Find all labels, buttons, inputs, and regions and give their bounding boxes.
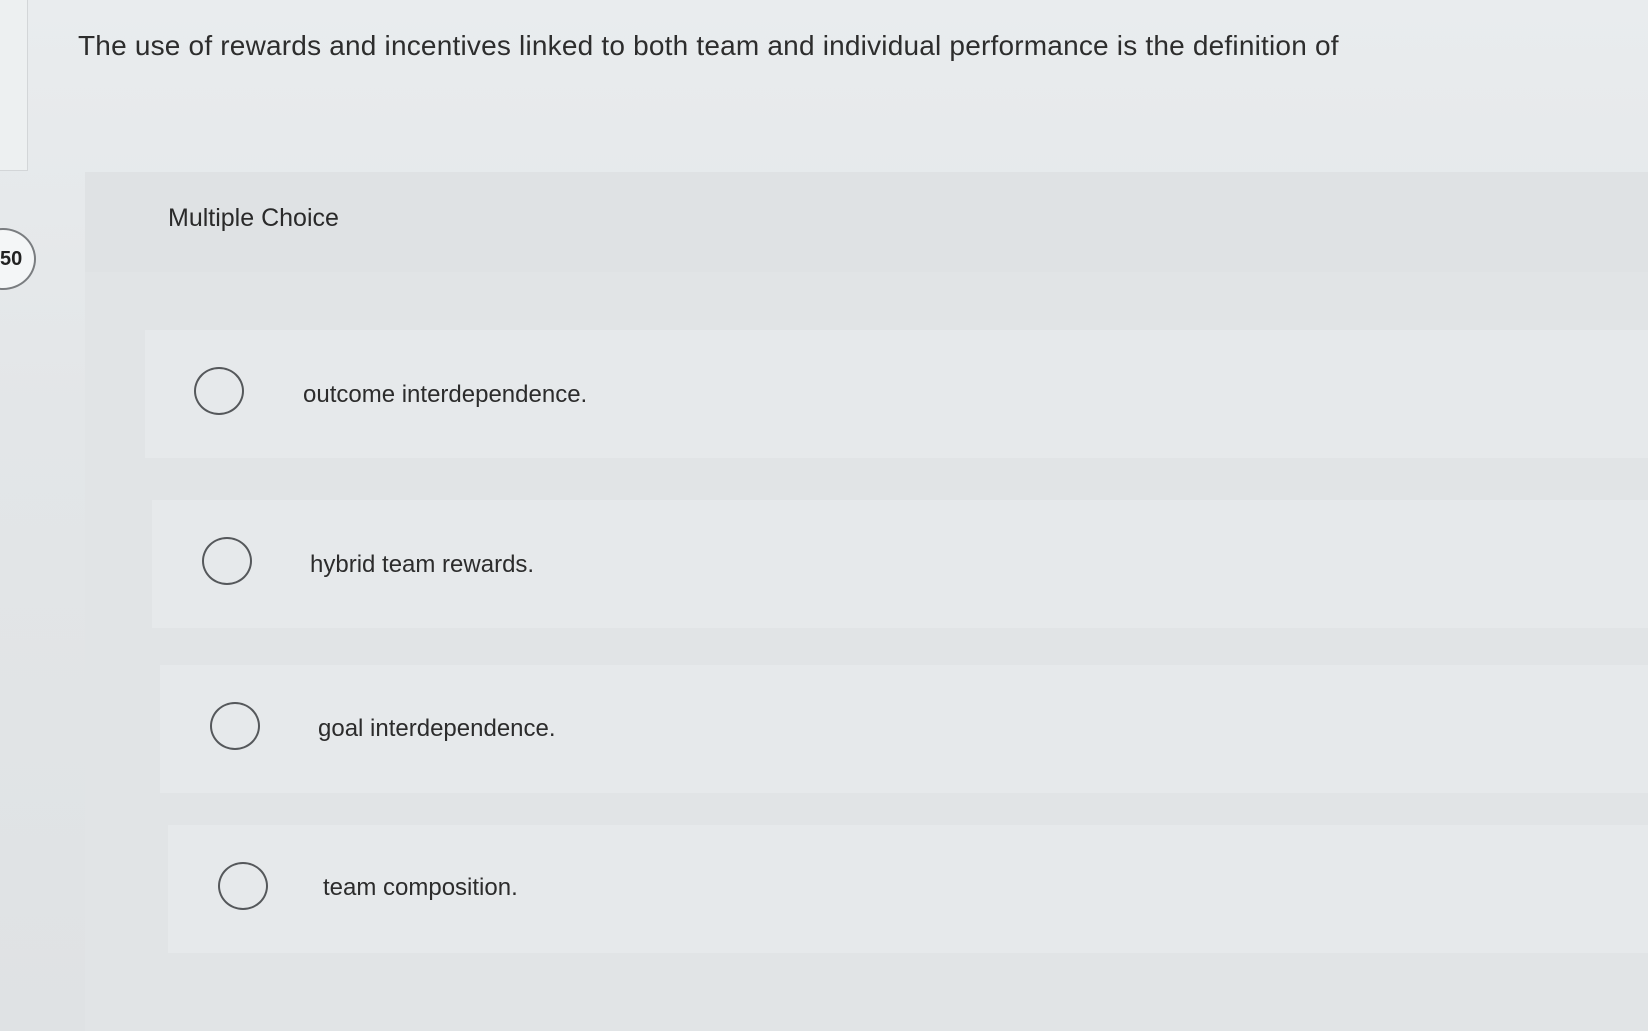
answer-option-team-composition[interactable]: team composition. [168, 825, 1648, 953]
answer-option-goal-interdependence[interactable]: goal interdependence. [160, 665, 1648, 793]
answer-option-label[interactable]: hybrid team rewards. [310, 551, 534, 579]
answer-option-hybrid-team-rewards[interactable]: hybrid team rewards. [152, 500, 1648, 628]
radio-button[interactable] [210, 702, 260, 750]
question-type-label: Multiple Choice [168, 204, 339, 232]
radio-button[interactable] [218, 862, 268, 910]
question-number: 50 [0, 248, 23, 270]
answer-option-label[interactable]: goal interdependence. [318, 715, 556, 743]
question-number-badge: 50 [0, 228, 36, 290]
left-gutter [0, 0, 28, 171]
answer-option-label[interactable]: team composition. [323, 874, 518, 902]
question-prompt: The use of rewards and incentives linked… [78, 30, 1339, 61]
answer-option-outcome-interdependence[interactable]: outcome interdependence. [145, 330, 1648, 458]
radio-button[interactable] [194, 367, 244, 415]
radio-button[interactable] [202, 537, 252, 585]
panel-header: Multiple Choice [85, 172, 1648, 272]
answer-option-label[interactable]: outcome interdependence. [303, 381, 587, 409]
